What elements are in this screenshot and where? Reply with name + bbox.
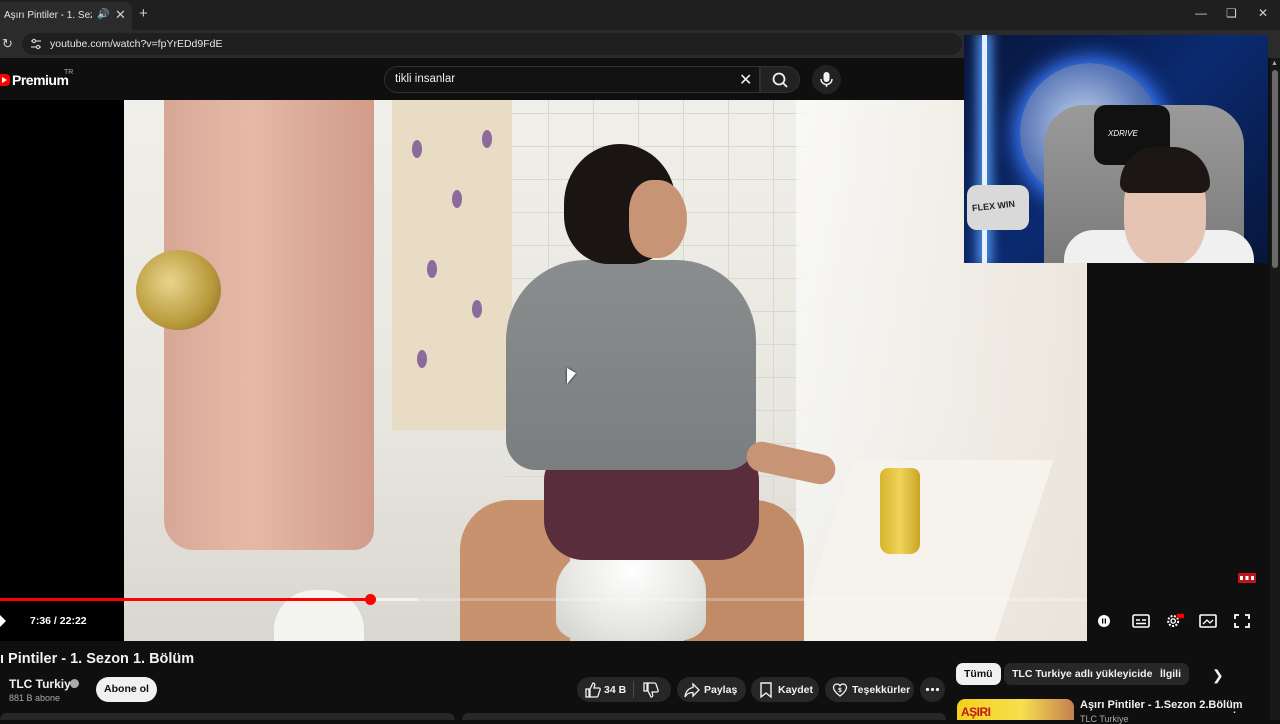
subscriber-count: 881 B abone	[9, 693, 61, 703]
chair-brand: XDRIVE	[1108, 129, 1138, 138]
search-input[interactable]: tikli insanlar ✕	[384, 66, 760, 93]
new-tab-icon[interactable]: +	[139, 5, 148, 22]
omnibox[interactable]: youtube.com/watch?v=fpYrEDd9FdE	[22, 33, 962, 55]
window-close-icon[interactable]: ✕	[1258, 6, 1268, 20]
share-icon	[684, 682, 700, 698]
share-label: Paylaş	[704, 684, 738, 696]
comments-box	[462, 713, 946, 720]
logo-region: TR	[64, 69, 74, 76]
mouse-cursor-icon	[567, 368, 576, 384]
search-value: tikli insanlar	[395, 73, 456, 85]
more-vertical-icon[interactable]: ⋮	[1228, 700, 1241, 716]
thumbs-up-icon	[585, 682, 601, 698]
thanks-button[interactable]: $ Teşekkürler	[825, 677, 914, 702]
share-button[interactable]: Paylaş	[677, 677, 746, 702]
svg-text:$: $	[838, 687, 842, 694]
bookmark-icon	[760, 682, 772, 698]
browser-tab[interactable]: Aşırı Pintiler - 1. Sezon 🔊 ✕	[0, 2, 132, 30]
subtitles-icon[interactable]	[1131, 612, 1151, 630]
super-thanks-icon: $	[832, 683, 848, 697]
recommendation-channel: TLC Turkiye	[1080, 714, 1129, 724]
subscribe-button[interactable]: Abone ol	[96, 677, 157, 702]
restore-icon[interactable]: ❏	[1226, 6, 1237, 20]
chevron-right-icon[interactable]: ❯	[1212, 667, 1224, 684]
scroll-thumb[interactable]	[1272, 70, 1278, 268]
site-settings-icon[interactable]	[30, 38, 42, 50]
scroll-up-icon[interactable]: ▲	[1271, 60, 1278, 67]
reload-icon[interactable]: ↻	[2, 36, 13, 52]
mic-icon	[820, 72, 833, 87]
browser-tab-bar: Aşırı Pintiler - 1. Sezon 🔊 ✕ + — ❏ ✕	[0, 0, 1280, 30]
fullscreen-icon[interactable]	[1232, 612, 1252, 630]
play-icon[interactable]	[0, 614, 10, 628]
progress-scrubber[interactable]	[364, 594, 376, 605]
progress-played	[0, 598, 370, 601]
pillow-text: FLEX WIN	[971, 198, 1016, 214]
progress-bar[interactable]	[0, 594, 1087, 605]
recommendation-thumbnail[interactable]: AŞIRI	[957, 699, 1074, 720]
towel-image	[392, 100, 512, 430]
thumbnail-text: AŞIRI	[961, 705, 991, 719]
video-frame[interactable]	[124, 100, 1087, 641]
chip-all[interactable]: Tümü	[956, 663, 1001, 685]
like-dislike-group: 34 B	[577, 677, 671, 702]
channel-name[interactable]: TLC Turkiye	[9, 677, 77, 691]
speaker-icon[interactable]: 🔊	[97, 9, 109, 20]
voice-search-button[interactable]	[812, 65, 841, 94]
chip-from-uploader[interactable]: TLC Turkiye adlı yükleyiciden	[1004, 663, 1167, 685]
settings-icon[interactable]	[1165, 612, 1185, 630]
video-title: ı Pintiler - 1. Sezon 1. Bölüm	[0, 651, 195, 667]
verified-icon	[70, 679, 79, 688]
search-button[interactable]	[760, 66, 800, 93]
page-scrollbar[interactable]: ▲	[1270, 58, 1280, 720]
pillow-image: FLEX WIN	[967, 185, 1029, 230]
thumbs-down-icon[interactable]	[643, 682, 659, 698]
chip-related[interactable]: İlgili	[1152, 663, 1189, 685]
recommendation-title[interactable]: Aşırı Pintiler - 1.Sezon 2.Bölüm	[1080, 699, 1243, 711]
time-display: 7:36 / 22:22	[30, 615, 87, 627]
bottle-image	[880, 468, 920, 554]
person-image	[506, 260, 756, 470]
autoplay-toggle-icon[interactable]	[1094, 612, 1114, 630]
more-horizontal-icon	[925, 687, 940, 692]
thanks-label: Teşekkürler	[852, 684, 911, 696]
door-knob-image	[136, 250, 221, 330]
tlc-watermark-icon	[1238, 573, 1256, 583]
minimize-icon[interactable]: —	[1195, 6, 1207, 20]
logo-text: Premium	[12, 72, 69, 88]
tab-close-icon[interactable]: ✕	[115, 7, 126, 23]
like-count: 34 B	[604, 684, 627, 696]
url-text: youtube.com/watch?v=fpYrEDd9FdE	[50, 38, 223, 50]
clear-icon[interactable]: ✕	[739, 70, 752, 90]
tab-title: Aşırı Pintiler - 1. Sezon	[4, 10, 92, 21]
description-box[interactable]	[0, 713, 455, 720]
miniplayer-icon[interactable]	[1198, 612, 1218, 630]
save-label: Kaydet	[778, 684, 814, 696]
more-actions-button[interactable]	[920, 677, 945, 702]
webcam-overlay: XDRIVE FLEX WIN	[964, 35, 1268, 263]
video-player[interactable]	[0, 100, 1087, 641]
search-icon	[772, 72, 788, 88]
save-button[interactable]: Kaydet	[751, 677, 819, 702]
